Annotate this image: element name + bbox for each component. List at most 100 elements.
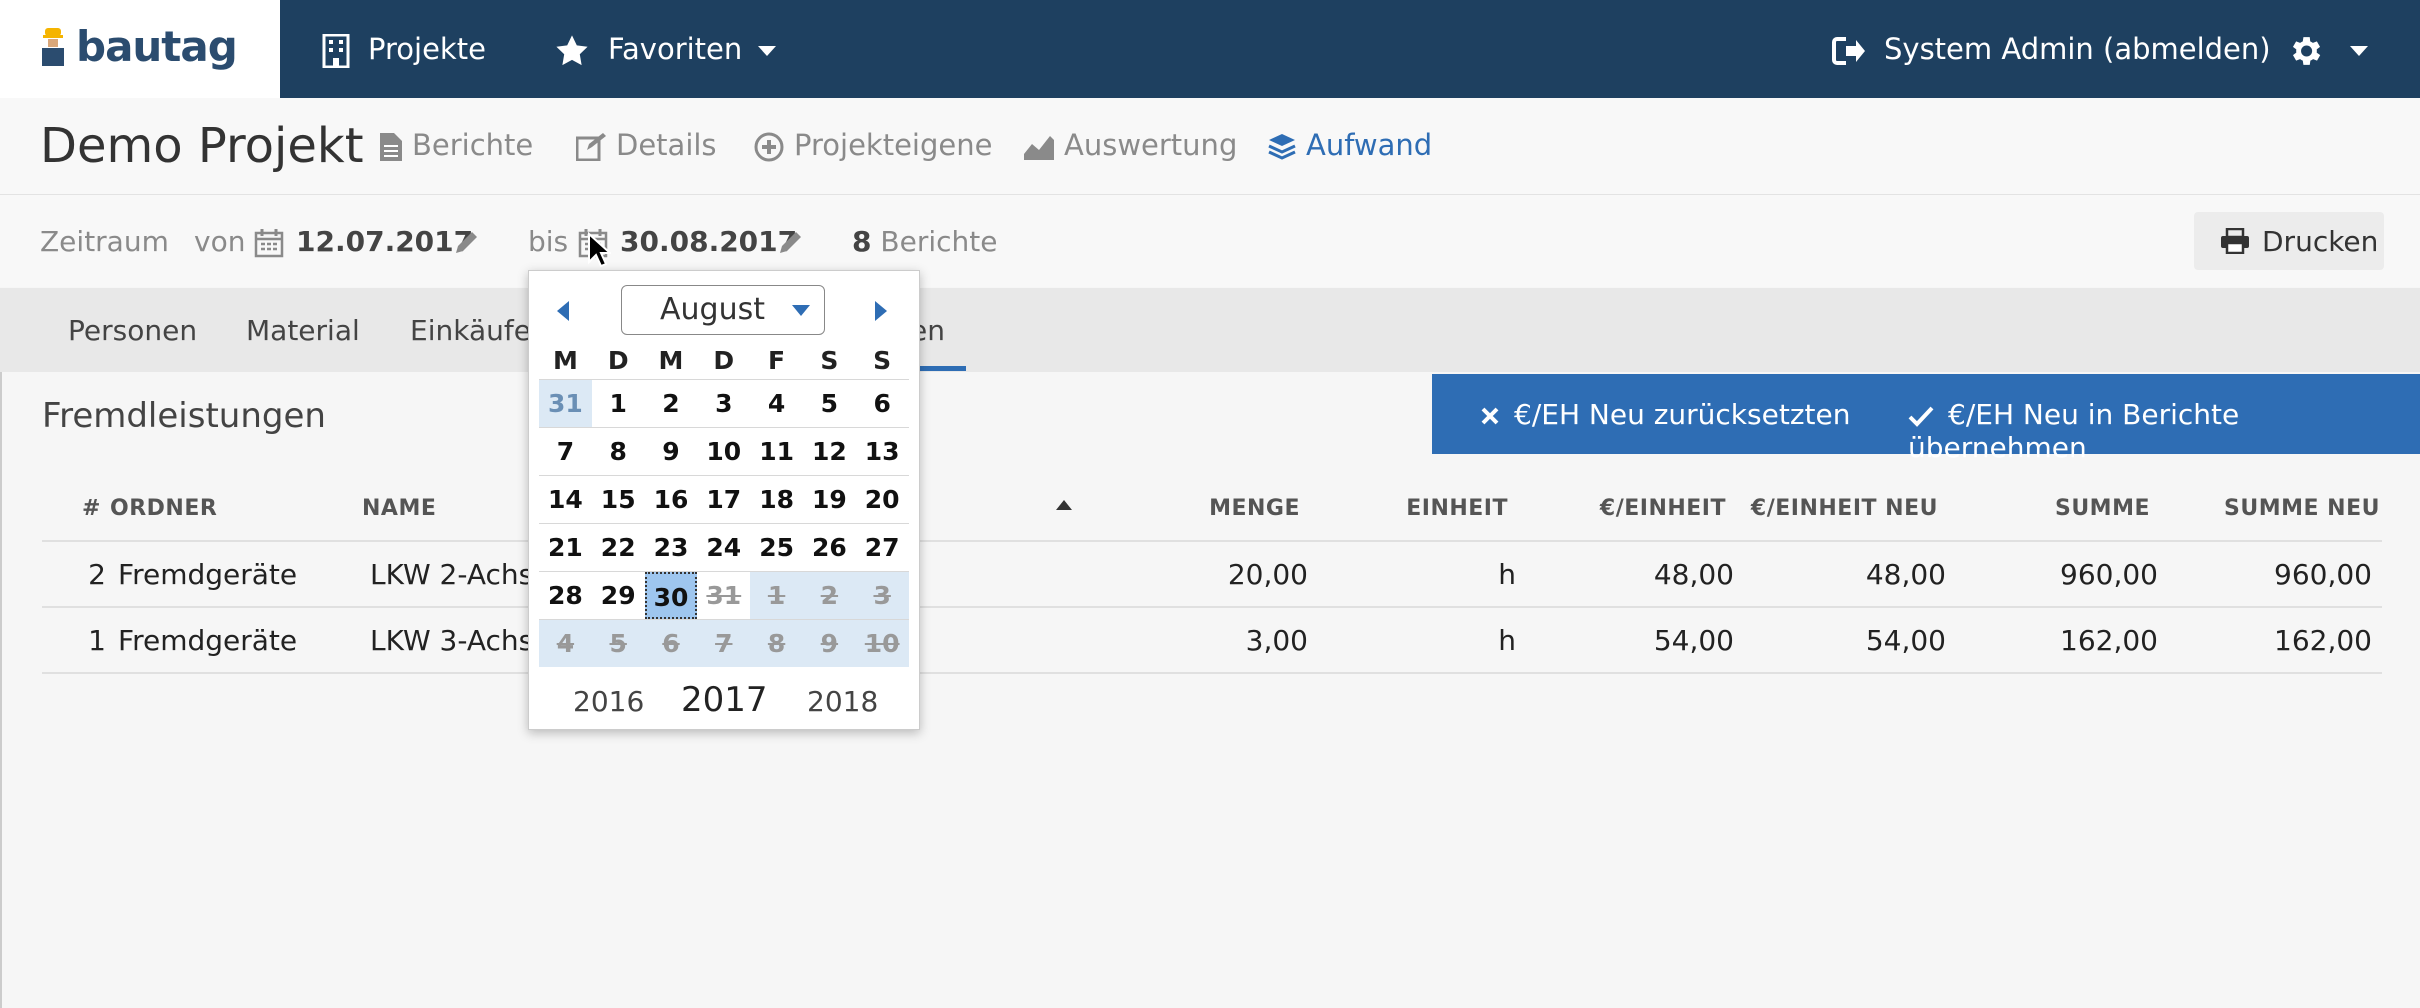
category-tabs: Personen Material Einkäufe en xyxy=(0,288,2420,373)
datepicker-popup: August M D M D F S S 31 1 2 3 4 5 6 7 8 … xyxy=(528,270,920,730)
to-date[interactable]: 30.08.2017 xyxy=(620,225,797,258)
print-button[interactable]: Drucken xyxy=(2194,212,2384,270)
nav-projects[interactable]: Projekte xyxy=(322,0,486,98)
brand[interactable]: bautag xyxy=(0,0,280,98)
cell-ordner: Fremdgeräte xyxy=(118,558,298,591)
col-ordner[interactable]: ORDNER xyxy=(110,496,217,521)
sign-out-icon xyxy=(1832,37,1865,65)
cell-name: LKW 3-Achs - xyxy=(370,624,553,657)
cell-eur: 48,00 xyxy=(1653,558,1734,591)
calendar-icon[interactable] xyxy=(254,228,284,258)
pencil-icon[interactable] xyxy=(454,229,480,255)
day-cell[interactable]: 16 xyxy=(645,476,698,523)
weekday: S xyxy=(820,346,839,375)
day-cell[interactable]: 11 xyxy=(750,428,803,475)
cell-eur: 54,00 xyxy=(1653,624,1734,657)
day-cell[interactable]: 20 xyxy=(856,476,909,523)
day-cell[interactable]: 13 xyxy=(856,428,909,475)
sort-asc-icon[interactable] xyxy=(1056,500,1072,510)
day-cell[interactable]: 23 xyxy=(645,524,698,571)
col-eur-einheit-neu[interactable]: €/EINHEIT NEU xyxy=(1740,496,1938,521)
report-count: 8 Berichte xyxy=(852,225,998,258)
next-month-icon[interactable] xyxy=(875,301,887,321)
chevron-down-icon xyxy=(792,305,810,316)
day-cell[interactable]: 29 xyxy=(592,572,645,619)
month-select[interactable]: August xyxy=(621,285,825,335)
col-num[interactable]: # xyxy=(82,496,101,521)
day-cell[interactable]: 7 xyxy=(539,428,592,475)
prev-month-icon[interactable] xyxy=(557,301,569,321)
day-cell[interactable]: 6 xyxy=(856,380,909,427)
col-summe-neu[interactable]: SUMME NEU xyxy=(2180,496,2380,521)
day-cell[interactable]: 8 xyxy=(592,428,645,475)
tab-material[interactable]: Material xyxy=(246,314,360,347)
from-date[interactable]: 12.07.2017 xyxy=(296,225,473,258)
cell-summe: 162,00 xyxy=(2060,624,2158,657)
day-cell-disabled: 31 xyxy=(697,572,751,619)
day-cell[interactable]: 22 xyxy=(592,524,645,571)
day-cell-disabled: 4 xyxy=(539,620,592,667)
year-next[interactable]: 2018 xyxy=(807,685,878,718)
logout-link[interactable]: System Admin (abmelden) xyxy=(1832,0,2271,98)
tab-personen[interactable]: Personen xyxy=(68,314,197,347)
tab-projekteigene[interactable]: Projekteigene xyxy=(754,128,992,162)
mouse-cursor-icon xyxy=(588,232,611,268)
day-cell[interactable]: 10 xyxy=(697,428,750,475)
day-cell[interactable]: 25 xyxy=(750,524,803,571)
nav-favorites[interactable]: Favoriten xyxy=(554,0,777,98)
gear-icon xyxy=(2292,37,2321,65)
day-cell-disabled: 2 xyxy=(802,572,856,619)
day-cell-selected[interactable]: 30 xyxy=(644,572,698,619)
year-prev[interactable]: 2016 xyxy=(573,685,644,718)
tab-aufwand[interactable]: Aufwand xyxy=(1268,128,1432,162)
day-cell[interactable]: 12 xyxy=(803,428,856,475)
day-cell[interactable]: 21 xyxy=(539,524,592,571)
day-cell-disabled: 1 xyxy=(750,572,803,619)
day-cell[interactable]: 15 xyxy=(592,476,645,523)
section-title: Fremdleistungen xyxy=(42,396,326,436)
day-cell[interactable]: 9 xyxy=(645,428,698,475)
tab-einkaeufe[interactable]: Einkäufe xyxy=(410,314,531,347)
day-cell[interactable]: 14 xyxy=(539,476,592,523)
calendar-grid: M D M D F S S 31 1 2 3 4 5 6 7 8 9 10 11… xyxy=(539,343,909,667)
layers-icon xyxy=(1268,134,1296,160)
calendar-week: 14 15 16 17 18 19 20 xyxy=(539,475,909,523)
col-name[interactable]: NAME xyxy=(362,496,436,521)
cell-ordner: Fremdgeräte xyxy=(118,624,298,657)
day-cell[interactable]: 24 xyxy=(697,524,750,571)
tab-details[interactable]: Details xyxy=(576,128,717,162)
printer-icon xyxy=(2221,228,2249,254)
day-cell[interactable]: 3 xyxy=(697,380,750,427)
day-cell[interactable]: 1 xyxy=(592,380,645,427)
weekday: D xyxy=(713,346,735,375)
pencil-icon[interactable] xyxy=(778,229,804,255)
year-current[interactable]: 2017 xyxy=(681,680,768,720)
area-chart-icon xyxy=(1024,136,1054,160)
day-cell[interactable]: 2 xyxy=(645,380,698,427)
cell-eur-neu[interactable]: 48,00 xyxy=(1740,558,1946,591)
from-label: von xyxy=(194,225,246,258)
day-cell[interactable]: 26 xyxy=(803,524,856,571)
day-cell[interactable]: 31 xyxy=(539,380,592,427)
day-cell[interactable]: 27 xyxy=(856,524,909,571)
star-icon xyxy=(556,35,588,66)
project-header: Demo Projekt Berichte Details Projekteig… xyxy=(0,98,2420,195)
day-cell[interactable]: 28 xyxy=(539,572,592,619)
day-cell[interactable]: 18 xyxy=(750,476,803,523)
settings-menu[interactable] xyxy=(2286,0,2368,98)
col-menge[interactable]: MENGE xyxy=(1160,496,1300,521)
day-cell[interactable]: 5 xyxy=(803,380,856,427)
day-cell[interactable]: 19 xyxy=(803,476,856,523)
tab-berichte[interactable]: Berichte xyxy=(380,128,533,162)
col-summe[interactable]: SUMME xyxy=(1990,496,2150,521)
edit-icon xyxy=(576,133,606,161)
col-eur-einheit[interactable]: €/EINHEIT xyxy=(1560,496,1726,521)
day-cell[interactable]: 17 xyxy=(697,476,750,523)
cell-eur-neu[interactable]: 54,00 xyxy=(1740,624,1946,657)
tab-auswertung[interactable]: Auswertung xyxy=(1024,128,1237,162)
col-einheit[interactable]: EINHEIT xyxy=(1360,496,1508,521)
reset-button[interactable]: €/EH Neu zurücksetzten xyxy=(1480,398,1850,431)
apply-button[interactable]: €/EH Neu in Berichte übernehmen xyxy=(1908,398,2420,464)
day-cell[interactable]: 4 xyxy=(750,380,803,427)
day-cell-disabled: 3 xyxy=(855,572,909,619)
